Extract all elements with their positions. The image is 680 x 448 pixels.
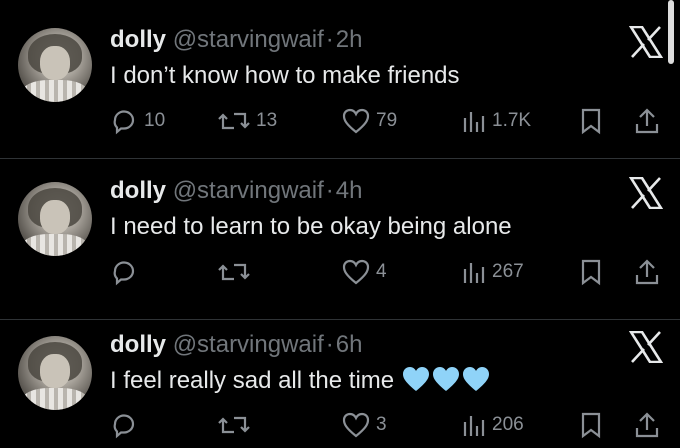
share-icon [635, 108, 659, 134]
share-icon [635, 412, 659, 438]
tweet-text-content: I feel really sad all the time [110, 367, 395, 394]
tweet-3[interactable]: dolly @starvingwaif·6h I feel really sad… [0, 320, 680, 448]
tweet-header: dolly @starvingwaif·2h [110, 26, 362, 54]
x-logo-icon[interactable] [628, 25, 664, 60]
like-count: 3 [376, 414, 387, 435]
scrollbar[interactable] [668, 0, 674, 64]
views-button[interactable]: 206 [462, 410, 524, 440]
tweet-2[interactable]: dolly @starvingwaif·4h I need to learn t… [0, 159, 680, 319]
display-name[interactable]: dolly [110, 26, 166, 53]
retweet-icon [218, 263, 250, 281]
user-handle[interactable]: @starvingwaif [173, 26, 324, 53]
view-count: 267 [492, 261, 524, 282]
display-name[interactable]: dolly [110, 177, 166, 204]
share-button[interactable] [634, 410, 660, 440]
reply-button[interactable] [110, 257, 144, 287]
tweet-actions: 3 206 [110, 410, 670, 440]
retweet-count: 13 [256, 110, 278, 131]
bookmark-icon [581, 108, 601, 135]
retweet-button[interactable] [218, 257, 256, 287]
heart-icon [342, 259, 370, 285]
reply-button[interactable] [110, 410, 144, 440]
tweet-actions: 10 13 79 1.7K [110, 106, 670, 136]
retweet-icon [218, 416, 250, 434]
views-icon [463, 416, 485, 436]
like-button[interactable]: 3 [342, 410, 387, 440]
tweet-actions: 4 267 [110, 257, 670, 287]
tweet-text: I feel really sad all the time [110, 366, 492, 399]
separator-dot: · [325, 177, 334, 204]
share-icon [635, 259, 659, 285]
view-count: 1.7K [492, 110, 532, 131]
avatar[interactable] [18, 336, 92, 410]
reply-button[interactable]: 10 [110, 106, 165, 136]
views-button[interactable]: 267 [462, 257, 524, 287]
user-handle[interactable]: @starvingwaif [173, 331, 324, 358]
tweet-header: dolly @starvingwaif·6h [110, 331, 362, 359]
x-logo-icon[interactable] [628, 176, 664, 211]
timestamp[interactable]: 4h [336, 177, 363, 204]
reply-icon [113, 414, 135, 439]
timestamp[interactable]: 6h [336, 331, 363, 358]
reply-icon [113, 110, 135, 135]
bookmark-icon [581, 412, 601, 439]
share-button[interactable] [634, 257, 660, 287]
like-count: 4 [376, 261, 387, 282]
light-blue-heart-icon [433, 367, 460, 391]
tweet-text: I don’t know how to make friends [110, 62, 460, 89]
retweet-icon [218, 112, 250, 130]
share-button[interactable] [634, 106, 660, 136]
views-icon [463, 263, 485, 283]
timestamp[interactable]: 2h [336, 26, 363, 53]
separator-dot: · [325, 26, 334, 53]
bookmark-button[interactable] [580, 410, 602, 440]
reply-icon [113, 261, 135, 286]
separator-dot: · [325, 331, 334, 358]
bookmark-button[interactable] [580, 106, 602, 136]
light-blue-heart-icon [403, 367, 430, 391]
user-handle[interactable]: @starvingwaif [173, 177, 324, 204]
tweet-text: I need to learn to be okay being alone [110, 213, 512, 240]
retweet-button[interactable]: 13 [218, 106, 277, 136]
heart-icon [342, 108, 370, 134]
light-blue-heart-icon [463, 367, 490, 391]
retweet-button[interactable] [218, 410, 256, 440]
bookmark-button[interactable] [580, 257, 602, 287]
bookmark-icon [581, 259, 601, 286]
like-button[interactable]: 4 [342, 257, 387, 287]
emoji-hearts [402, 366, 492, 399]
views-icon [463, 112, 485, 132]
avatar[interactable] [18, 182, 92, 256]
avatar[interactable] [18, 28, 92, 102]
like-button[interactable]: 79 [342, 106, 397, 136]
heart-icon [342, 412, 370, 438]
x-logo-icon[interactable] [628, 330, 664, 365]
like-count: 79 [376, 110, 398, 131]
reply-count: 10 [144, 110, 166, 131]
display-name[interactable]: dolly [110, 331, 166, 358]
tweet-1[interactable]: dolly @starvingwaif·2h I don’t know how … [0, 0, 680, 158]
views-button[interactable]: 1.7K [462, 106, 531, 136]
tweet-header: dolly @starvingwaif·4h [110, 177, 362, 205]
view-count: 206 [492, 414, 524, 435]
